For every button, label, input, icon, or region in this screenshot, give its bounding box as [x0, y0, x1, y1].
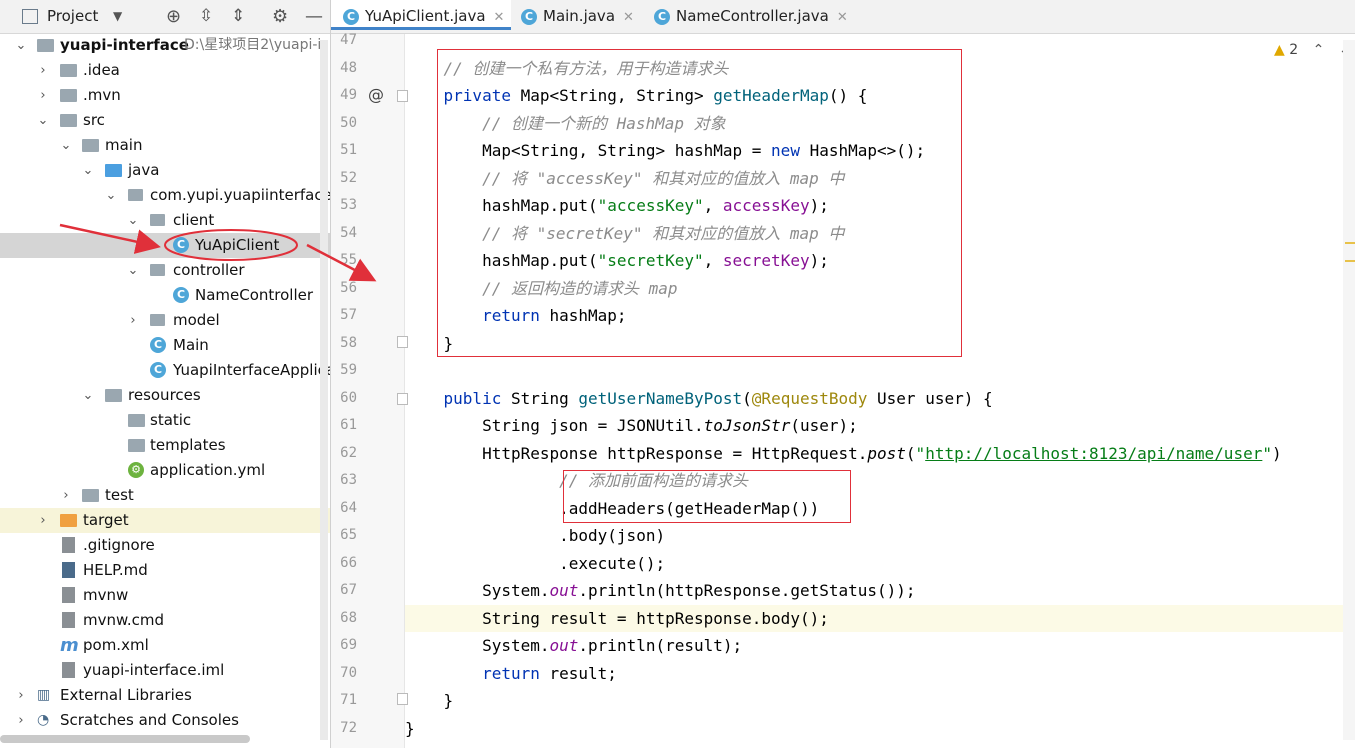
annotation-overlay [59, 223, 377, 282]
annotation-arrow-left [59, 223, 161, 254]
annotation-arrow-right [306, 243, 377, 282]
highlight-circle [164, 229, 298, 261]
